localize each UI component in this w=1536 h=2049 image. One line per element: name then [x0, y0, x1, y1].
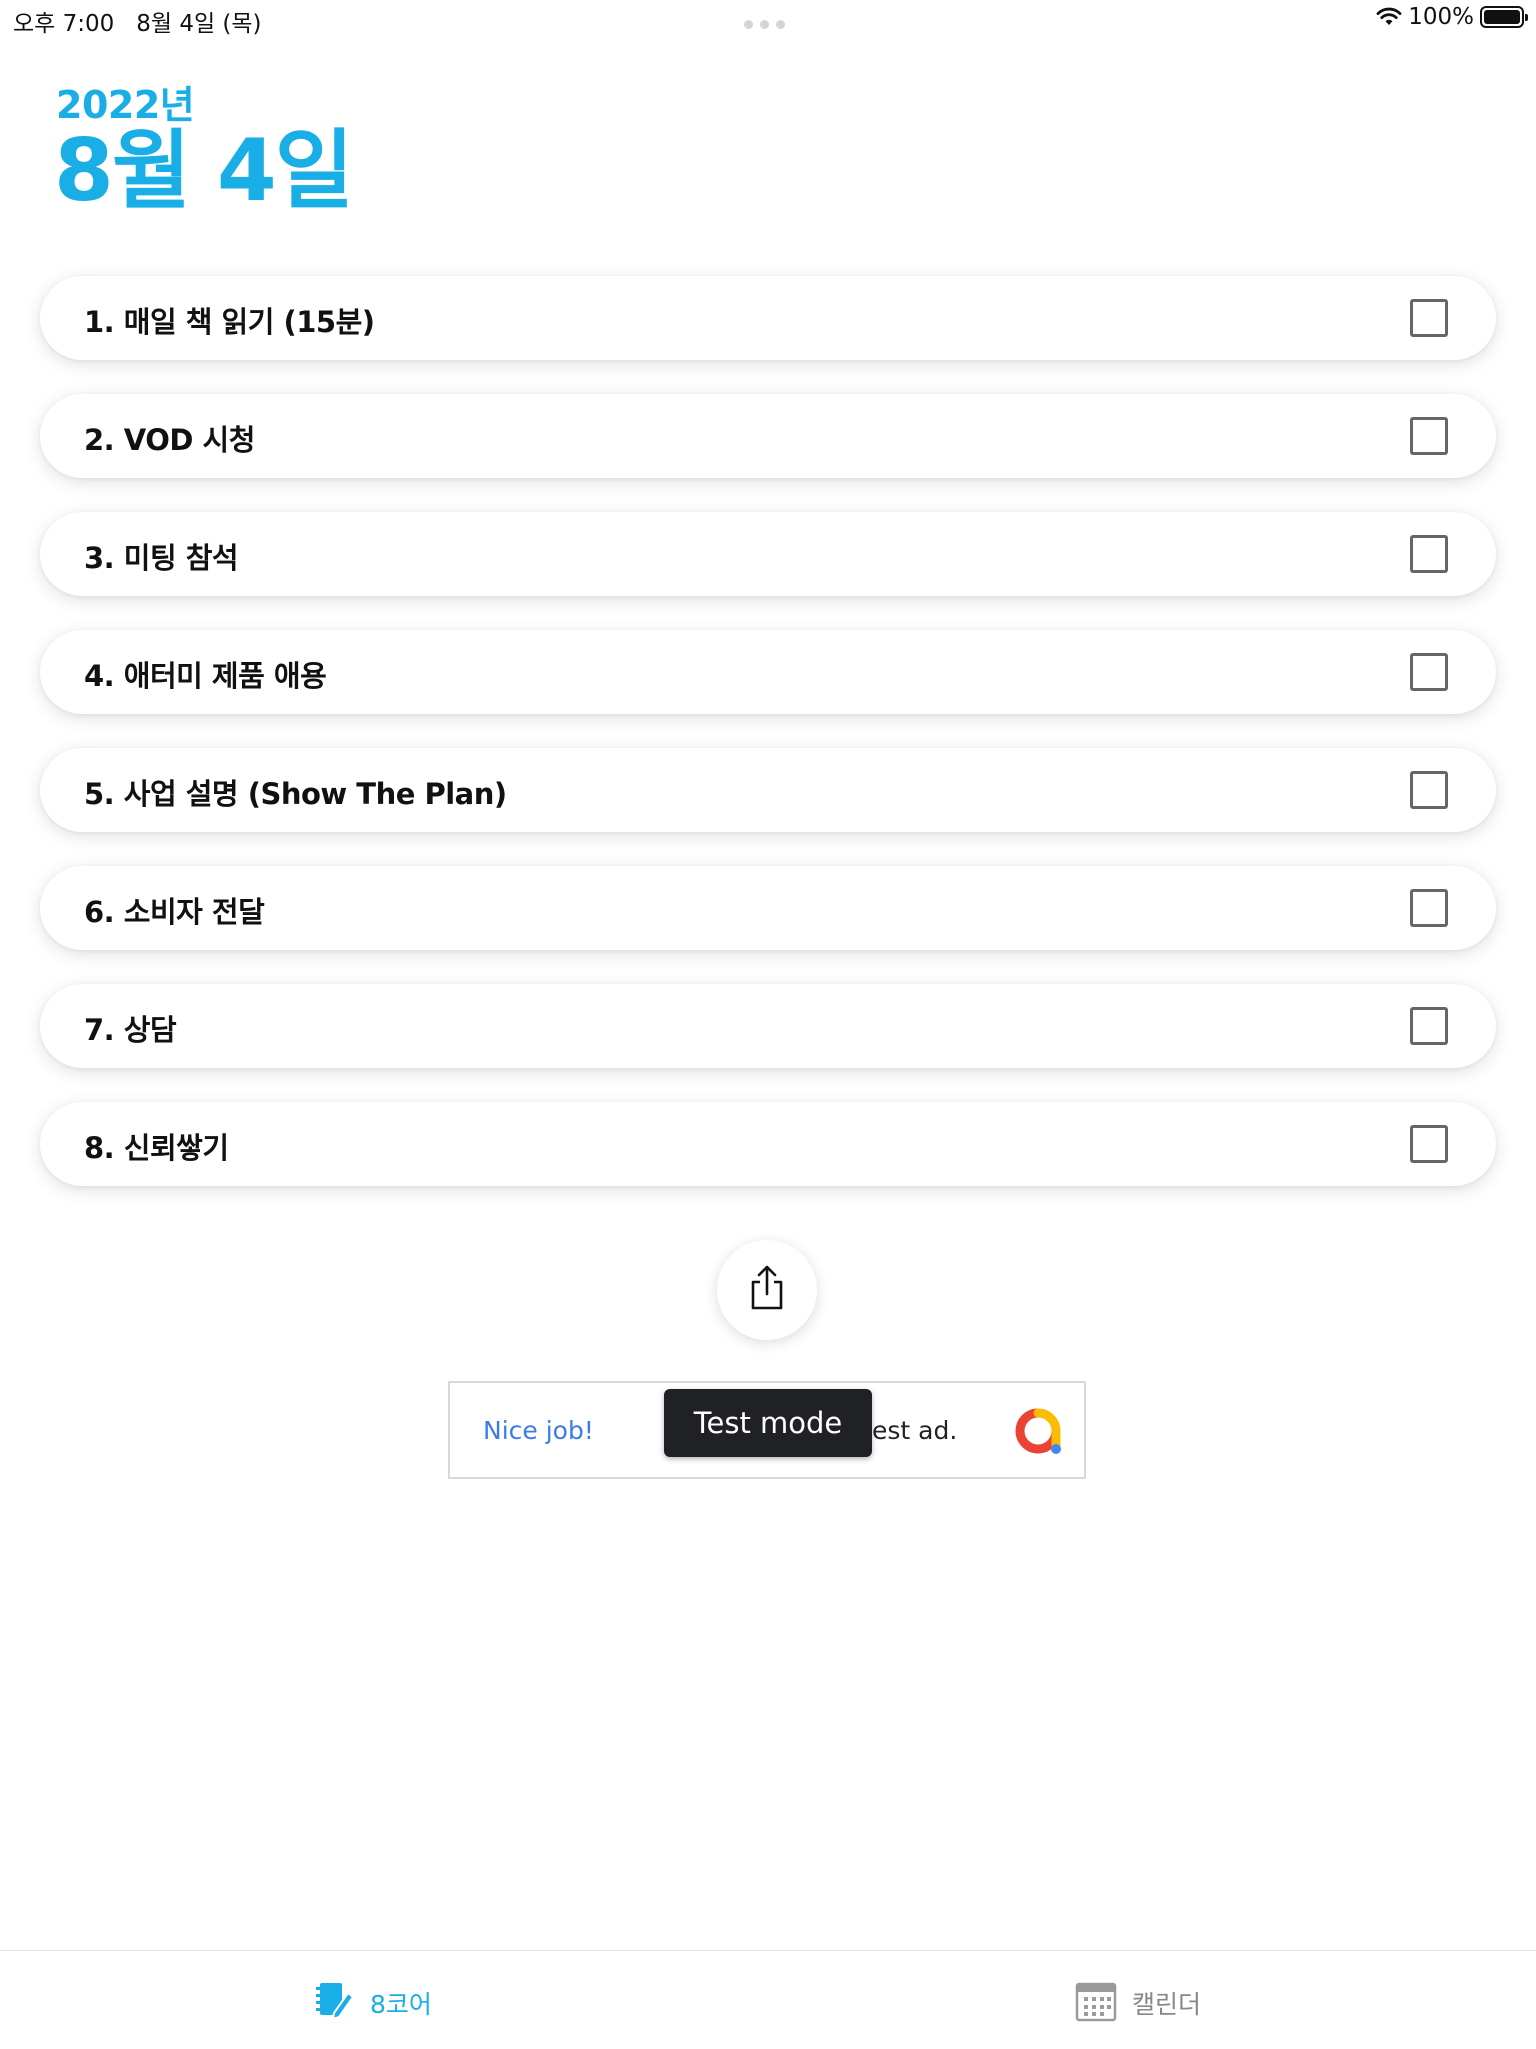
task-row[interactable]: 2. VOD 시청: [40, 394, 1496, 478]
notebook-pen-icon: [312, 1979, 356, 2027]
task-checkbox[interactable]: [1410, 653, 1448, 691]
tab-bar: 8코어 캘린더: [0, 1950, 1536, 2049]
admob-logo-icon: [1012, 1407, 1064, 1463]
task-row[interactable]: 8. 신뢰쌓기: [40, 1102, 1496, 1186]
task-label: 3. 미팅 참석: [84, 541, 239, 575]
battery-icon: [1480, 6, 1528, 28]
task-checkbox[interactable]: [1410, 299, 1448, 337]
task-checkbox[interactable]: [1410, 417, 1448, 455]
task-row[interactable]: 6. 소비자 전달: [40, 866, 1496, 950]
ad-headline: Nice job!: [483, 1416, 594, 1445]
task-row[interactable]: 7. 상담: [40, 984, 1496, 1068]
task-row[interactable]: 3. 미팅 참석: [40, 512, 1496, 596]
status-bar: 오후 7:00 8월 4일 (목) 100%: [0, 0, 1536, 40]
task-label: 1. 매일 책 읽기 (15분): [84, 305, 375, 339]
task-label: 5. 사업 설명 (Show The Plan): [84, 777, 507, 811]
tab-label: 8코어: [370, 1990, 432, 2019]
share-button[interactable]: [717, 1240, 817, 1340]
status-date: 8월 4일 (목): [136, 11, 262, 37]
task-row[interactable]: 1. 매일 책 읽기 (15분): [40, 276, 1496, 360]
task-checkbox[interactable]: [1410, 535, 1448, 573]
tab-8core[interactable]: 8코어: [312, 1979, 432, 2027]
page-title: 8월 4일: [54, 121, 354, 221]
task-checkbox[interactable]: [1410, 1007, 1448, 1045]
wifi-icon: [1376, 7, 1402, 27]
status-clock: 오후 7:00: [13, 11, 115, 37]
share-icon: [746, 1264, 788, 1316]
task-list: 1. 매일 책 읽기 (15분) 2. VOD 시청 3. 미팅 참석 4. 애…: [40, 276, 1496, 1220]
status-right: 100%: [1376, 4, 1528, 30]
tab-label: 캘린더: [1132, 1990, 1202, 2019]
task-checkbox[interactable]: [1410, 1125, 1448, 1163]
ad-body-text: est ad.: [872, 1416, 958, 1445]
task-checkbox[interactable]: [1410, 889, 1448, 927]
task-label: 6. 소비자 전달: [84, 895, 265, 929]
task-label: 8. 신뢰쌓기: [84, 1131, 229, 1165]
task-row[interactable]: 5. 사업 설명 (Show The Plan): [40, 748, 1496, 832]
task-label: 4. 애터미 제품 애용: [84, 659, 327, 693]
calendar-icon: [1074, 1979, 1118, 2027]
task-row[interactable]: 4. 애터미 제품 애용: [40, 630, 1496, 714]
status-time: 오후 7:00 8월 4일 (목): [13, 4, 262, 38]
task-checkbox[interactable]: [1410, 771, 1448, 809]
tab-calendar[interactable]: 캘린더: [1074, 1979, 1201, 2027]
task-label: 7. 상담: [84, 1013, 177, 1047]
battery-percent: 100%: [1408, 4, 1474, 30]
task-label: 2. VOD 시청: [84, 423, 255, 457]
multitask-dots[interactable]: [744, 20, 785, 29]
test-mode-toast: Test mode: [664, 1389, 872, 1457]
